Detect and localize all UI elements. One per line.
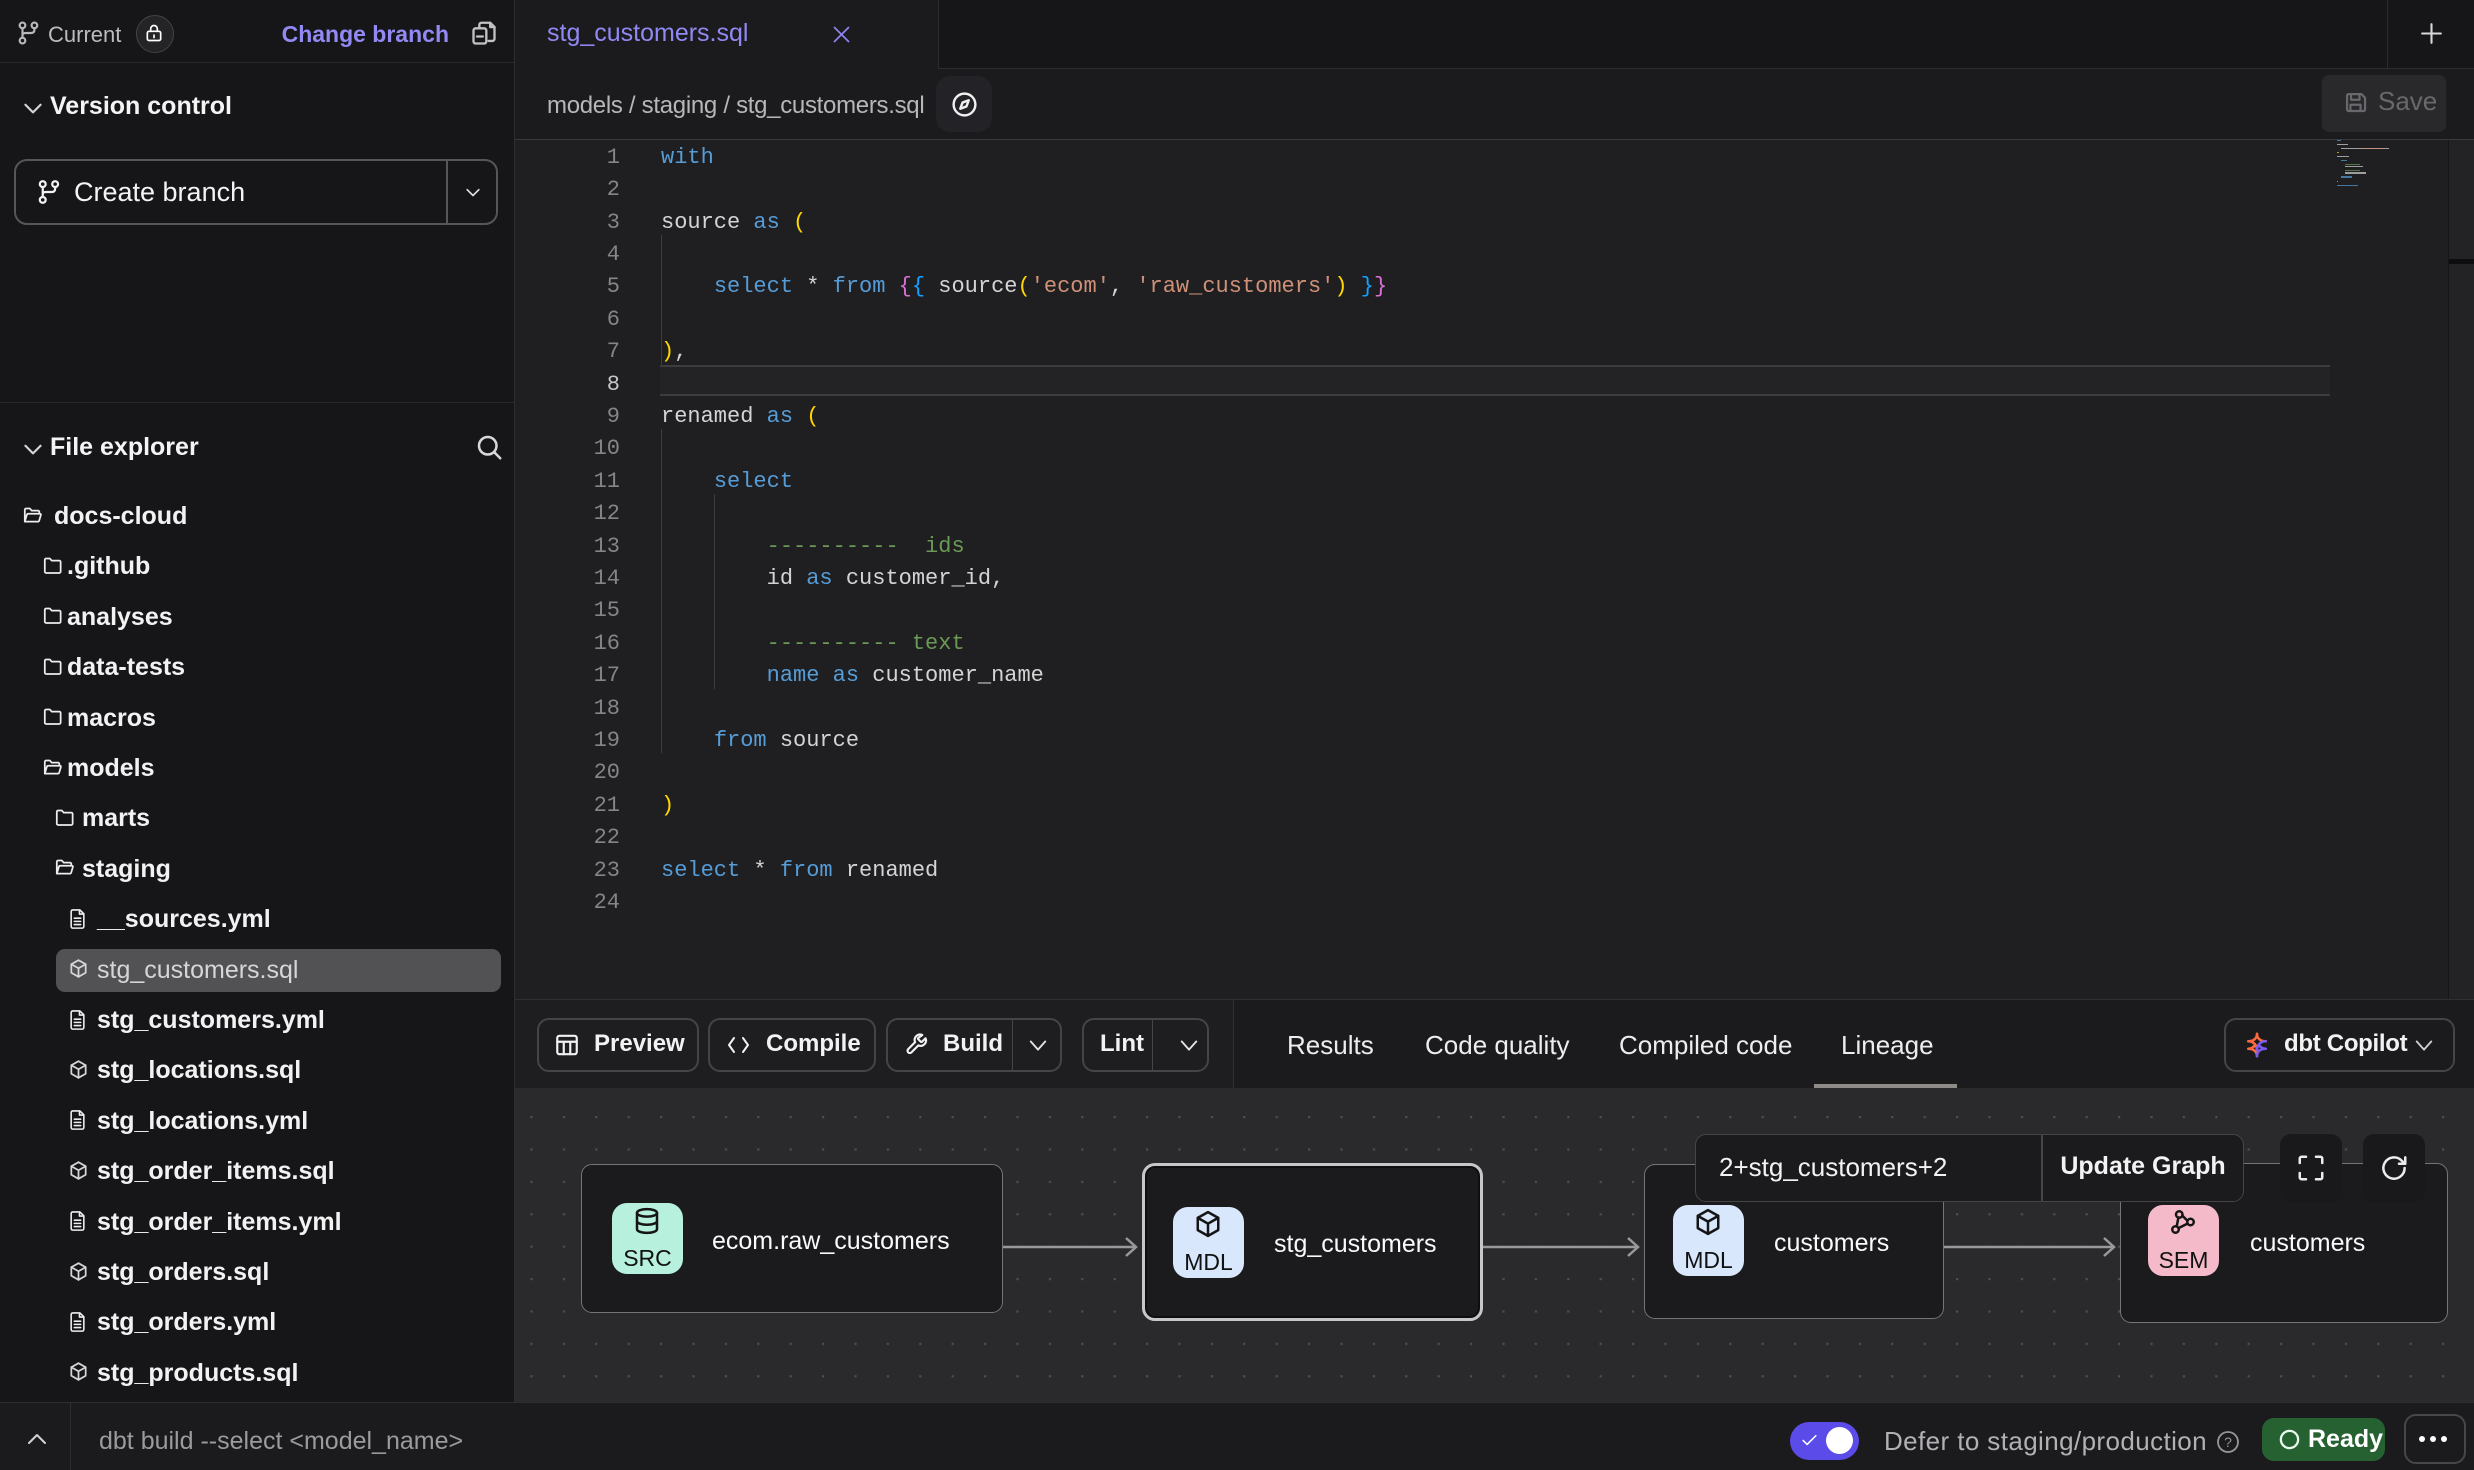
svg-text:?: ? <box>2224 1434 2232 1450</box>
